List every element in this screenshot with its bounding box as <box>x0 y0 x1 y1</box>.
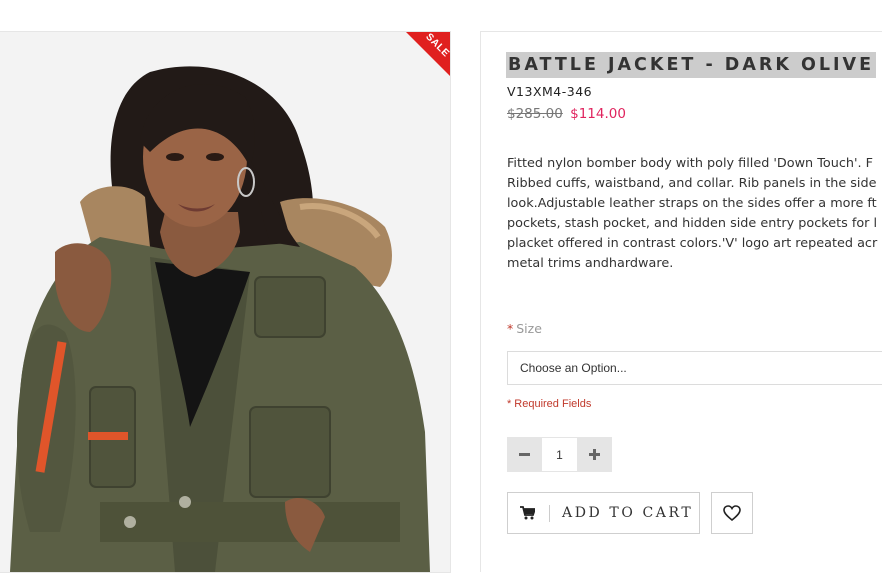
plus-icon <box>589 449 600 460</box>
cart-icon <box>520 506 535 520</box>
sale-badge: SALE <box>406 32 450 76</box>
description-line: Fitted nylon bomber body with poly fille… <box>507 156 873 171</box>
quantity-stepper: 1 <box>507 437 612 472</box>
required-fields-note: * Required Fields <box>507 398 591 410</box>
description-line: metal trims andhardware. <box>507 256 674 271</box>
product-description: Fitted nylon bomber body with poly fille… <box>507 154 882 274</box>
old-price: $285.00 <box>507 106 563 122</box>
size-select-value: Choose an Option... <box>520 361 627 375</box>
quantity-increase-button[interactable] <box>577 437 612 472</box>
quantity-decrease-button[interactable] <box>507 437 542 472</box>
heart-icon <box>723 505 741 521</box>
required-star: * <box>507 398 512 410</box>
description-line: placket offered in contrast colors.'V' l… <box>507 236 878 251</box>
required-fields-text: Required Fields <box>514 398 592 410</box>
product-info-panel: BATTLE JACKET - DARK OLIVE V13XM4-346 $2… <box>480 31 882 572</box>
description-line: Ribbed cuffs, waistband, and collar. Rib… <box>507 176 877 191</box>
description-line: pockets, stash pocket, and hidden side e… <box>507 216 878 231</box>
product-title: BATTLE JACKET - DARK OLIVE <box>506 52 877 78</box>
product-sku: V13XM4-346 <box>507 84 593 99</box>
size-label-text: Size <box>516 321 542 336</box>
description-line: look.Adjustable leather straps on the si… <box>507 196 877 211</box>
add-to-cart-button[interactable]: ADD TO CART <box>507 492 700 534</box>
minus-icon <box>519 453 530 456</box>
product-image-card: SALE <box>0 31 451 573</box>
size-select[interactable]: Choose an Option... <box>507 351 882 385</box>
price-box: $285.00 $114.00 <box>507 106 626 122</box>
add-to-wishlist-button[interactable] <box>711 492 753 534</box>
required-star: * <box>507 321 514 336</box>
size-label: * Size <box>507 321 542 336</box>
product-photo[interactable] <box>0 32 450 572</box>
special-price: $114.00 <box>570 106 626 122</box>
add-to-cart-label: ADD TO CART <box>562 505 694 521</box>
button-divider <box>549 505 550 522</box>
quantity-input[interactable]: 1 <box>542 437 577 472</box>
